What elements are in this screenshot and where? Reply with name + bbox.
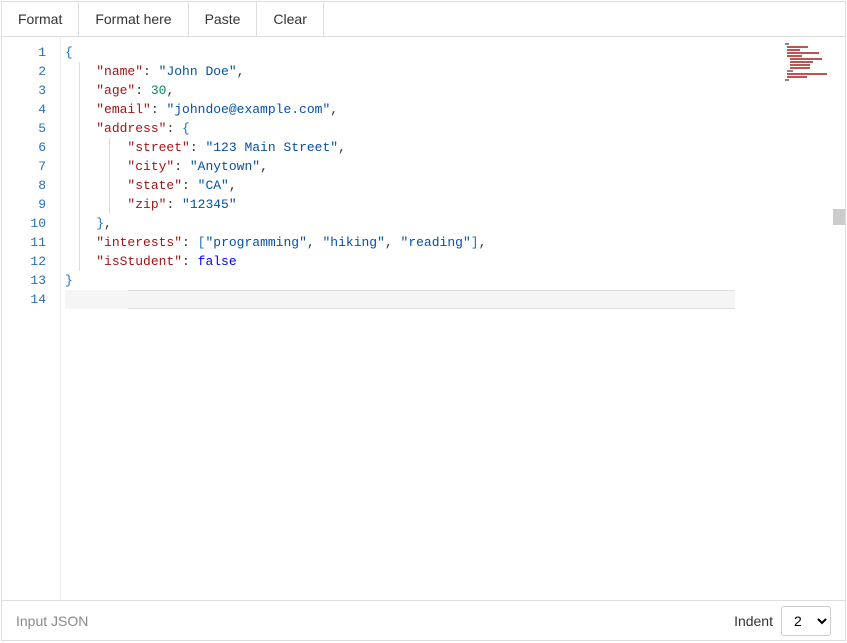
code-line[interactable]: "age": 30, xyxy=(65,81,735,100)
code-line[interactable]: "street": "123 Main Street", xyxy=(65,138,735,157)
line-number: 1 xyxy=(2,43,46,62)
code-content[interactable]: { "name": "John Doe", "age": 30, "email"… xyxy=(60,37,845,600)
code-line[interactable]: "email": "johndoe@example.com", xyxy=(65,100,735,119)
editor-area[interactable]: 1234567891011121314 { "name": "John Doe"… xyxy=(2,37,845,600)
minimap-line xyxy=(787,52,819,54)
code-line[interactable]: "isStudent": false xyxy=(65,252,735,271)
code-line[interactable]: { xyxy=(65,43,735,62)
minimap-line xyxy=(787,46,808,48)
footer: Input JSON Indent 2 xyxy=(2,600,845,640)
paste-button[interactable]: Paste xyxy=(189,2,258,36)
line-number: 14 xyxy=(2,290,46,309)
line-number: 11 xyxy=(2,233,46,252)
indent-select[interactable]: 2 xyxy=(781,606,831,636)
code-line[interactable] xyxy=(65,290,735,309)
line-number: 4 xyxy=(2,100,46,119)
minimap-line xyxy=(787,73,827,75)
code-line[interactable]: } xyxy=(65,271,735,290)
minimap-line xyxy=(790,67,810,69)
format-here-button[interactable]: Format here xyxy=(79,2,188,36)
code-line[interactable]: "interests": ["programming", "hiking", "… xyxy=(65,233,735,252)
scrollbar-thumb[interactable] xyxy=(833,209,845,225)
minimap-line xyxy=(787,55,801,57)
minimap-line xyxy=(790,61,813,63)
line-number: 10 xyxy=(2,214,46,233)
minimap[interactable] xyxy=(785,43,839,82)
line-number: 2 xyxy=(2,62,46,81)
minimap-line xyxy=(787,70,792,72)
minimap-line xyxy=(785,79,789,81)
line-number: 7 xyxy=(2,157,46,176)
footer-label: Input JSON xyxy=(16,613,88,629)
code-line[interactable]: "address": { xyxy=(65,119,735,138)
line-number: 8 xyxy=(2,176,46,195)
code-line[interactable]: "city": "Anytown", xyxy=(65,157,735,176)
minimap-line xyxy=(785,43,789,45)
clear-button[interactable]: Clear xyxy=(257,2,323,36)
app-container: Format Format here Paste Clear 123456789… xyxy=(1,1,846,641)
footer-right: Indent 2 xyxy=(734,606,831,636)
code-line[interactable]: }, xyxy=(65,214,735,233)
code-line[interactable]: "name": "John Doe", xyxy=(65,62,735,81)
line-number: 9 xyxy=(2,195,46,214)
indent-label: Indent xyxy=(734,613,773,629)
scrollbar-vertical[interactable] xyxy=(833,37,845,600)
minimap-line xyxy=(787,49,800,51)
line-number: 13 xyxy=(2,271,46,290)
line-number: 5 xyxy=(2,119,46,138)
code-line[interactable]: "zip": "12345" xyxy=(65,195,735,214)
code-line[interactable]: "state": "CA", xyxy=(65,176,735,195)
line-number: 6 xyxy=(2,138,46,157)
format-button[interactable]: Format xyxy=(2,2,79,36)
line-number: 12 xyxy=(2,252,46,271)
minimap-line xyxy=(790,58,822,60)
line-number: 3 xyxy=(2,81,46,100)
toolbar: Format Format here Paste Clear xyxy=(2,2,845,37)
line-number-gutter: 1234567891011121314 xyxy=(2,37,60,600)
minimap-line xyxy=(787,76,807,78)
minimap-line xyxy=(790,64,810,66)
